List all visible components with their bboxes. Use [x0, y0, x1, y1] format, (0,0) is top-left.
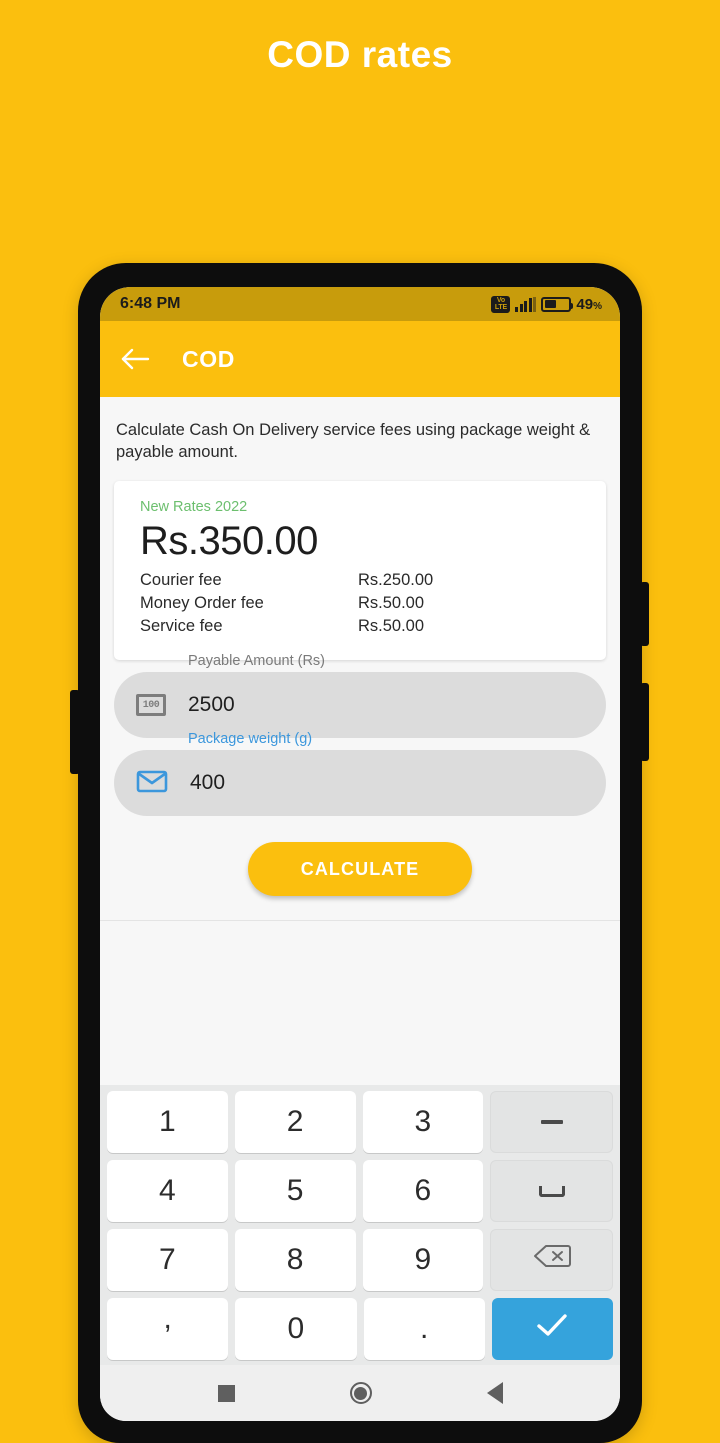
minus-icon: [540, 1120, 563, 1124]
payable-amount-field[interactable]: Payable Amount (Rs) 100 2500: [114, 653, 606, 738]
intro-description: Calculate Cash On Delivery service fees …: [116, 421, 591, 461]
table-row: Money Order fee Rs.50.00: [140, 592, 580, 615]
money-note-icon: 100: [136, 694, 166, 716]
key-0[interactable]: 0: [235, 1298, 357, 1360]
key-comma[interactable]: ,: [107, 1298, 229, 1360]
table-row: Courier fee Rs.250.00: [140, 569, 580, 592]
keyboard-row: , 0 .: [104, 1298, 616, 1360]
key-minus[interactable]: [490, 1091, 613, 1153]
envelope-icon: [136, 769, 168, 798]
app-bar-title: COD: [182, 345, 235, 372]
status-bar: 6:48 PM Vo LTE 49%: [100, 287, 620, 321]
backspace-icon: [533, 1243, 571, 1277]
fee-name: Courier fee: [140, 571, 222, 589]
key-period[interactable]: .: [363, 1298, 485, 1360]
arrow-left-icon[interactable]: [120, 347, 150, 371]
volte-bottom: LTE: [494, 303, 507, 311]
numeric-keyboard: 1 2 3 4 5 6 7 8 9 , 0 .: [100, 1085, 620, 1365]
key-1[interactable]: 1: [107, 1091, 228, 1153]
comma-label: ,: [163, 1302, 172, 1335]
circle-icon[interactable]: [349, 1382, 372, 1404]
key-7[interactable]: 7: [107, 1229, 228, 1291]
key-6[interactable]: 6: [362, 1160, 484, 1222]
calculate-button[interactable]: CALCULATE: [248, 842, 472, 896]
status-time: 6:48 PM: [120, 295, 181, 312]
volume-button[interactable]: [70, 690, 80, 774]
page-title: COD rates: [267, 34, 453, 75]
fee-value: Rs.50.00: [358, 617, 425, 635]
key-space[interactable]: [490, 1160, 613, 1222]
android-nav-bar: [100, 1365, 620, 1421]
key-4[interactable]: 4: [107, 1160, 228, 1222]
battery-icon: [541, 296, 574, 312]
keyboard-row: 7 8 9: [104, 1229, 616, 1291]
fee-value: Rs.50.00: [358, 594, 425, 612]
keyboard-row: 1 2 3: [104, 1091, 616, 1153]
power-button[interactable]: [640, 582, 649, 646]
signal-strength-icon: [515, 296, 537, 312]
table-row: Service fee Rs.50.00: [140, 615, 580, 638]
phone-screen: 6:48 PM Vo LTE 49% COD Calculate Cash On…: [100, 287, 620, 1421]
package-weight-label: Package weight (g): [188, 731, 313, 747]
result-card: New Rates 2022 Rs.350.00 Courier fee Rs.…: [114, 481, 606, 660]
key-8[interactable]: 8: [234, 1229, 356, 1291]
payable-amount-value: 2500: [188, 693, 235, 716]
checkmark-icon: [532, 1310, 572, 1348]
package-weight-value: 400: [190, 771, 226, 794]
section-divider: [100, 920, 620, 921]
space-icon: [538, 1185, 565, 1197]
package-weight-field[interactable]: Package weight (g) 400: [114, 731, 606, 816]
keyboard-row: 4 5 6: [104, 1160, 616, 1222]
percent-symbol: %: [593, 300, 602, 312]
phone-frame: 6:48 PM Vo LTE 49% COD Calculate Cash On…: [70, 263, 649, 1443]
key-9[interactable]: 9: [362, 1229, 484, 1291]
volte-top: Vo: [496, 296, 505, 304]
volte-icon: Vo LTE: [491, 295, 511, 313]
rates-label: New Rates 2022: [140, 499, 248, 515]
main-content: Calculate Cash On Delivery service fees …: [100, 397, 620, 1085]
key-enter[interactable]: [491, 1298, 613, 1360]
fee-name: Service fee: [140, 617, 223, 635]
app-bar: COD: [100, 321, 620, 397]
status-icons: Vo LTE 49%: [491, 295, 602, 313]
battery-percent-value: 49: [576, 295, 594, 313]
payable-amount-label: Payable Amount (Rs): [188, 653, 326, 669]
fee-name: Money Order fee: [140, 594, 264, 612]
battery-percent-label: 49%: [576, 296, 602, 313]
square-icon[interactable]: [217, 1384, 235, 1402]
key-5[interactable]: 5: [234, 1160, 356, 1222]
secondary-side-button[interactable]: [640, 683, 649, 761]
key-2[interactable]: 2: [234, 1091, 356, 1153]
fee-value: Rs.250.00: [358, 571, 434, 589]
key-3[interactable]: 3: [362, 1091, 484, 1153]
triangle-left-icon[interactable]: [486, 1382, 503, 1404]
total-amount: Rs.350.00: [140, 519, 318, 563]
key-backspace[interactable]: [490, 1229, 613, 1291]
